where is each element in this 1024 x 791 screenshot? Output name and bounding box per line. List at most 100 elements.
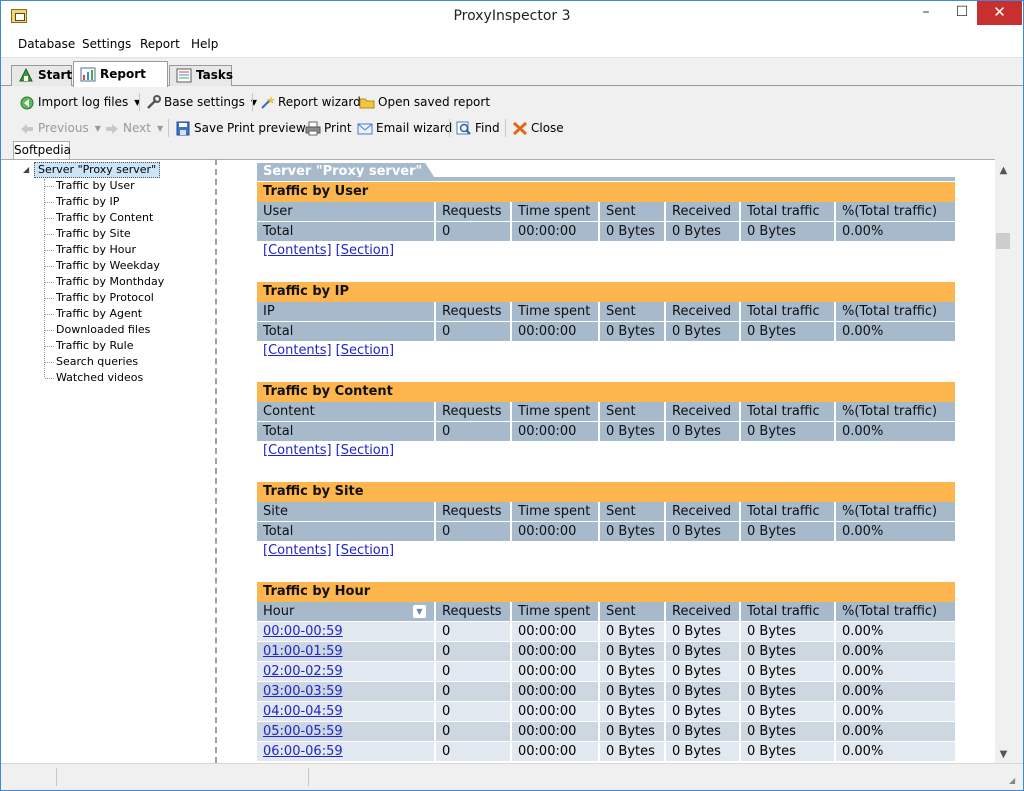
column-header[interactable]: Received [666, 402, 739, 421]
column-header[interactable]: Received [666, 202, 739, 221]
column-header[interactable]: Total traffic [741, 602, 834, 621]
table-cell[interactable]: 00:00-00:59 [257, 622, 434, 641]
open-saved-report-button[interactable]: Open saved report [357, 93, 490, 111]
print-preview-button[interactable]: Print preview [206, 119, 306, 137]
resize-grip-icon[interactable]: ◢ [1009, 776, 1019, 786]
report-wizard-button[interactable]: Report wizard [257, 93, 361, 111]
tab-softpedia[interactable]: Softpedia [13, 141, 71, 160]
minimize-button[interactable]: – [909, 1, 943, 25]
menu-settings[interactable]: Settings [82, 37, 131, 51]
table-cell[interactable]: 06:00-06:59 [257, 742, 434, 761]
hour-link[interactable]: 06:00-06:59 [263, 744, 343, 759]
column-header[interactable]: IP [257, 302, 434, 321]
scroll-down-icon[interactable]: ▼ [995, 747, 1012, 763]
section-link[interactable]: [Section] [336, 243, 394, 258]
column-header[interactable]: Total traffic [741, 302, 834, 321]
column-header[interactable]: Received [666, 502, 739, 521]
previous-button[interactable]: Previous ▼ [17, 119, 101, 137]
tree-item[interactable]: Traffic by Agent [45, 306, 142, 322]
column-header[interactable]: Site [257, 502, 434, 521]
hour-link[interactable]: 01:00-01:59 [263, 644, 343, 659]
contents-link[interactable]: [Contents] [263, 443, 332, 458]
column-header[interactable]: Requests [436, 502, 510, 521]
tree-item[interactable]: Traffic by Weekday [45, 258, 160, 274]
column-header[interactable]: Time spent [512, 202, 598, 221]
hour-link[interactable]: 04:00-04:59 [263, 704, 343, 719]
next-button[interactable]: Next ▼ [102, 119, 163, 137]
print-button[interactable]: Print [303, 119, 352, 137]
tab-tasks[interactable]: Tasks [169, 65, 233, 86]
column-header[interactable]: Requests [436, 302, 510, 321]
tab-report[interactable]: Report (1) [73, 61, 168, 106]
close-window-button[interactable]: ✕ [977, 1, 1022, 25]
maximize-button[interactable]: ☐ [945, 1, 979, 25]
report-vertical-scrollbar[interactable]: ▲ ▼ [995, 159, 1012, 763]
table-cell[interactable]: 03:00-03:59 [257, 682, 434, 701]
tree-item[interactable]: Traffic by User [45, 178, 135, 194]
tree-collapse-arrow-icon[interactable]: ◢ [23, 165, 29, 174]
tree-item[interactable]: Watched videos [45, 370, 143, 386]
menu-report[interactable]: Report [140, 37, 180, 51]
contents-link[interactable]: [Contents] [263, 343, 332, 358]
column-header[interactable]: %(Total traffic) [836, 302, 955, 321]
section-link[interactable]: [Section] [336, 343, 394, 358]
hour-link[interactable]: 03:00-03:59 [263, 684, 343, 699]
column-header[interactable]: Time spent [512, 602, 598, 621]
section-link[interactable]: [Section] [336, 543, 394, 558]
import-log-files-button[interactable]: Import log files ▼ [17, 93, 140, 111]
table-cell[interactable]: 04:00-04:59 [257, 702, 434, 721]
column-header[interactable]: Sent [600, 602, 664, 621]
column-header[interactable]: Sent [600, 402, 664, 421]
base-settings-button[interactable]: Base settings ▼ [143, 93, 257, 111]
hour-link[interactable]: 00:00-00:59 [263, 624, 343, 639]
table-cell[interactable]: 02:00-02:59 [257, 662, 434, 681]
pane-splitter[interactable] [215, 159, 217, 763]
column-header[interactable]: %(Total traffic) [836, 602, 955, 621]
column-header[interactable]: Time spent [512, 302, 598, 321]
dropdown-arrow-icon[interactable]: ▼ [95, 120, 101, 138]
tree-root-server[interactable]: Server "Proxy server" [34, 162, 161, 178]
email-wizard-button[interactable]: Email wizard [355, 119, 452, 137]
column-header[interactable]: Requests [436, 602, 510, 621]
tree-item[interactable]: Traffic by Site [45, 226, 131, 242]
hour-link[interactable]: 05:00-05:59 [263, 724, 343, 739]
tree-item[interactable]: Traffic by Monthday [45, 274, 164, 290]
dropdown-arrow-icon[interactable]: ▼ [157, 120, 163, 138]
column-header[interactable]: Sent [600, 302, 664, 321]
column-header[interactable]: Requests [436, 402, 510, 421]
tree-item[interactable]: Traffic by IP [45, 194, 119, 210]
tree-item[interactable]: Downloaded files [45, 322, 150, 338]
column-header[interactable]: Hour ▼ [257, 602, 434, 621]
table-cell[interactable]: 05:00-05:59 [257, 722, 434, 741]
column-header[interactable]: Requests [436, 202, 510, 221]
section-link[interactable]: [Section] [336, 443, 394, 458]
tree-item[interactable]: Traffic by Hour [45, 242, 136, 258]
column-header[interactable]: Received [666, 602, 739, 621]
column-header[interactable]: Total traffic [741, 402, 834, 421]
scroll-up-icon[interactable]: ▲ [995, 163, 1012, 179]
menu-database[interactable]: Database [18, 37, 75, 51]
tree-item[interactable]: Search queries [45, 354, 138, 370]
tree-item[interactable]: Traffic by Rule [45, 338, 133, 354]
column-header[interactable]: Content [257, 402, 434, 421]
column-header[interactable]: Sent [600, 502, 664, 521]
table-cell[interactable]: 01:00-01:59 [257, 642, 434, 661]
column-header[interactable]: %(Total traffic) [836, 502, 955, 521]
column-header[interactable]: Time spent [512, 402, 598, 421]
find-button[interactable]: Find [454, 119, 500, 137]
tree-item[interactable]: Traffic by Content [45, 210, 153, 226]
column-header[interactable]: %(Total traffic) [836, 202, 955, 221]
tab-start[interactable]: Start [11, 65, 72, 86]
contents-link[interactable]: [Contents] [263, 243, 332, 258]
column-header[interactable]: Sent [600, 202, 664, 221]
tree-item[interactable]: Traffic by Protocol [45, 290, 154, 306]
filter-dropdown-icon[interactable]: ▼ [413, 605, 426, 618]
column-header[interactable]: Received [666, 302, 739, 321]
close-report-button[interactable]: Close [510, 119, 564, 137]
hour-link[interactable]: 02:00-02:59 [263, 664, 343, 679]
column-header[interactable]: Total traffic [741, 502, 834, 521]
column-header[interactable]: %(Total traffic) [836, 402, 955, 421]
scrollbar-thumb[interactable] [996, 233, 1010, 249]
column-header[interactable]: Time spent [512, 502, 598, 521]
column-header[interactable]: User [257, 202, 434, 221]
